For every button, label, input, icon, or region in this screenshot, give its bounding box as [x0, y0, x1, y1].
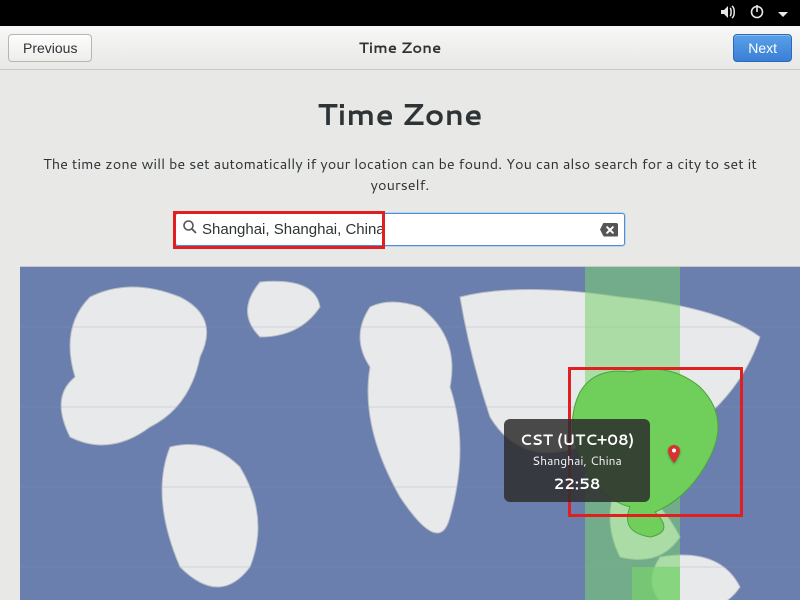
- bubble-time: 22:58: [512, 473, 642, 494]
- next-button[interactable]: Next: [733, 34, 792, 62]
- page-title: Time Zone: [20, 92, 780, 135]
- volume-icon[interactable]: [720, 2, 736, 25]
- location-pin-icon: [668, 445, 680, 463]
- timezone-info-bubble: CST (UTC+08) Shanghai, China 22:58: [504, 419, 650, 502]
- search-icon: [182, 218, 198, 241]
- gnome-top-bar: [0, 0, 800, 26]
- clear-icon[interactable]: [600, 223, 618, 237]
- search-field-container[interactable]: [175, 213, 625, 246]
- timezone-highlight-strip-south: [632, 567, 680, 600]
- page-subtitle: The time zone will be set automatically …: [20, 153, 780, 195]
- header-title: Time Zone: [0, 37, 800, 58]
- previous-button[interactable]: Previous: [8, 34, 92, 62]
- content-area: Time Zone The time zone will be set auto…: [0, 70, 800, 600]
- power-icon[interactable]: [750, 2, 764, 25]
- search-input[interactable]: [202, 221, 600, 238]
- bubble-tz-name: CST (UTC+08): [512, 429, 642, 450]
- timezone-map[interactable]: CST (UTC+08) Shanghai, China 22:58 https…: [20, 266, 800, 600]
- bubble-location: Shanghai, China: [512, 452, 642, 469]
- header-bar: Previous Time Zone Next: [0, 26, 800, 70]
- chevron-down-icon[interactable]: [778, 2, 788, 25]
